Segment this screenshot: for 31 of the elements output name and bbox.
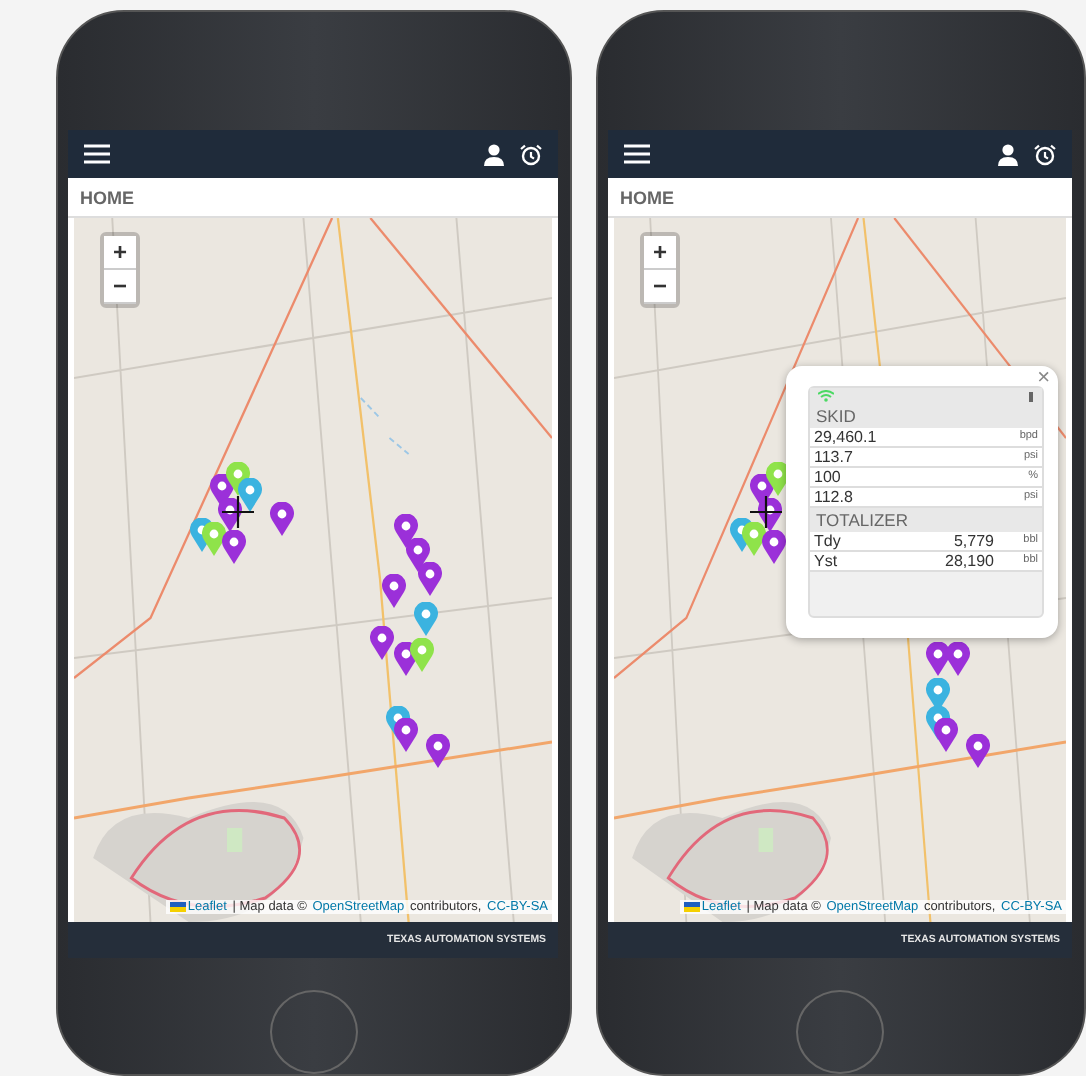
row-label: Yst [814, 552, 840, 570]
user-icon[interactable] [998, 143, 1018, 165]
zoom-button[interactable]: + [644, 236, 676, 270]
row-label: Tdy [814, 532, 843, 550]
battery-icon [1028, 391, 1034, 401]
user-icon[interactable] [484, 143, 504, 165]
crosshair-icon [222, 496, 254, 528]
map-pin-icon[interactable] [946, 642, 970, 676]
zoom-button[interactable]: + [104, 236, 136, 270]
reading-value: 5,779 [951, 532, 994, 550]
map-pin-icon[interactable] [762, 530, 786, 564]
zoom-button[interactable]: − [644, 270, 676, 304]
reading-value: 100 [814, 468, 843, 486]
reading-value: 112.8 [814, 488, 855, 506]
zoom-button[interactable]: − [104, 270, 136, 304]
close-button[interactable]: × [1037, 366, 1050, 390]
reading-value: 113.7 [814, 448, 855, 466]
section-title: SKID [810, 404, 1042, 428]
crosshair-icon [750, 496, 782, 528]
alarm-clock-icon[interactable] [1034, 143, 1056, 165]
wifi-icon [818, 390, 834, 402]
reading-value: 29,460.1 [814, 428, 879, 446]
menu-icon[interactable] [84, 144, 110, 164]
map-pin-icon[interactable] [238, 478, 262, 512]
map-pin-icon[interactable] [926, 642, 950, 676]
reading-value: 28,190 [943, 552, 994, 570]
flag-icon [683, 902, 700, 912]
menu-icon[interactable] [624, 144, 650, 164]
flag-icon [169, 902, 186, 912]
alarm-clock-icon[interactable] [520, 143, 542, 165]
section-title: TOTALIZER [810, 508, 1042, 532]
